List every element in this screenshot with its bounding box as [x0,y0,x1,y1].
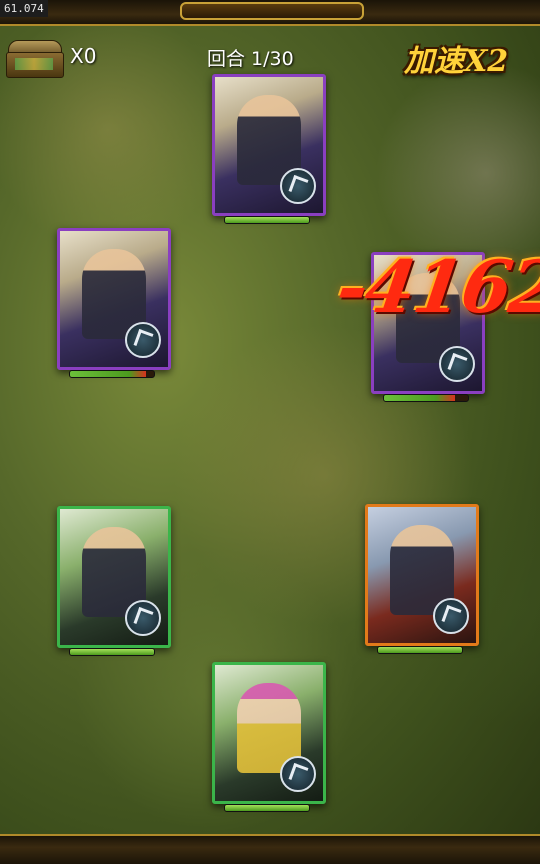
top-frame [0,0,540,26]
health-bar [69,370,155,378]
unit-card-bottom[interactable] [212,662,326,812]
bottom-frame [0,834,540,864]
class-emblem-icon [125,322,161,358]
unit-card-left-lower[interactable] [57,506,171,656]
health-bar [224,216,310,224]
health-bar [383,394,469,402]
class-emblem-icon [433,598,469,634]
health-bar [224,804,310,812]
round-counter: 回合 1/30 [207,48,294,70]
class-emblem-icon [280,168,316,204]
unit-card-right-lower[interactable] [365,504,479,654]
class-emblem-icon [125,600,161,636]
class-emblem-icon [280,756,316,792]
unit-card-left-upper[interactable] [57,228,171,378]
class-emblem-icon [439,346,475,382]
speed-up-button[interactable]: 加速X2 [404,36,538,80]
damage-popup: -4162 [332,244,540,329]
health-bar [69,648,155,656]
treasure-chest-icon[interactable] [6,40,64,78]
fps-counter: 61.074 [0,0,48,17]
unit-card-top[interactable] [212,74,326,224]
chest-count: X0 [70,44,97,68]
health-bar [377,646,463,654]
